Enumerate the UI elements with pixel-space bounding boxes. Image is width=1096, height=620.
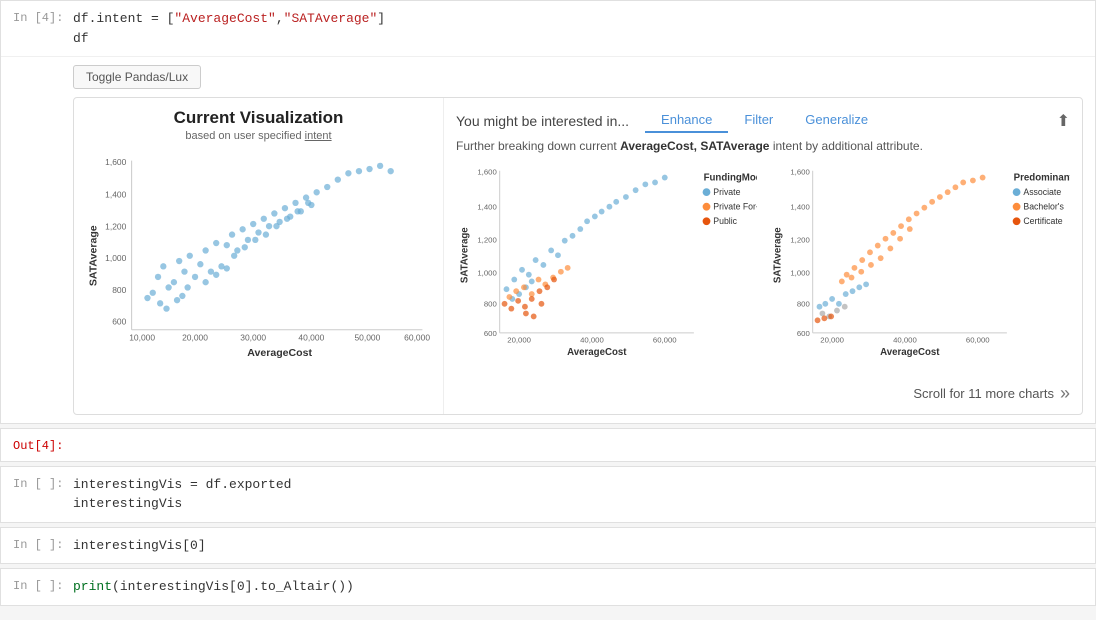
svg-text:PredominantDe: PredominantDe [1014,172,1070,183]
svg-text:20,000: 20,000 [820,336,844,345]
svg-text:40,000: 40,000 [298,332,324,342]
current-vis-chart: 1,600 1,400 1,200 1,000 800 600 10,000 2… [84,150,433,362]
svg-text:50,000: 50,000 [354,332,380,342]
cell-in-blank3: In [ ]: print(interestingVis[0].to_Altai… [0,568,1096,606]
current-vis-title: Current Visualization [84,108,433,128]
svg-text:1,200: 1,200 [790,236,809,245]
chart-funding-model: 1,600 1,400 1,200 1,000 800 600 20,000 4… [456,163,757,375]
svg-text:AverageCost: AverageCost [247,347,312,359]
svg-text:40,000: 40,000 [893,336,917,345]
svg-text:800: 800 [797,300,810,309]
svg-text:20,000: 20,000 [507,336,531,345]
cell-label-out4: Out[4]: [13,437,73,453]
tab-enhance[interactable]: Enhance [645,108,728,133]
scroll-chevrons-icon: » [1060,383,1070,404]
svg-text:AverageCost: AverageCost [567,347,627,358]
cell-in-blank2: In [ ]: interestingVis[0] [0,527,1096,565]
toggle-pandas-lux-button[interactable]: Toggle Pandas/Lux [73,65,201,89]
lux-tabs: Enhance Filter Generalize [645,108,884,133]
export-button[interactable]: ⬆ [1057,111,1070,131]
svg-text:600: 600 [484,329,497,338]
svg-text:600: 600 [112,316,126,326]
lux-widget: Current Visualization based on user spec… [73,97,1083,415]
chart-predominant: 1,600 1,400 1,200 1,000 800 600 20,000 4… [769,163,1070,375]
lux-header: You might be interested in... Enhance Fi… [456,108,1070,133]
svg-text:600: 600 [797,329,810,338]
svg-text:60,000: 60,000 [653,336,677,345]
cell-code-blank1: interestingVis = df.exported interesting… [73,475,1083,514]
tab-generalize[interactable]: Generalize [789,108,884,133]
cell-label-blank3: In [ ]: [13,577,73,593]
tab-filter[interactable]: Filter [728,108,789,133]
cell-code-blank3: print(interestingVis[0].to_Altair()) [73,577,1083,597]
svg-text:1,600: 1,600 [105,157,126,167]
cell-label-blank2: In [ ]: [13,536,73,552]
svg-text:1,000: 1,000 [790,269,809,278]
cell-code-blank2: interestingVis[0] [73,536,1083,556]
svg-text:1,600: 1,600 [790,168,809,177]
svg-text:60,000: 60,000 [966,336,990,345]
svg-text:1,200: 1,200 [105,221,126,231]
svg-text:40,000: 40,000 [580,336,604,345]
lux-charts-area: 1,600 1,400 1,200 1,000 800 600 20,000 4… [456,163,1070,375]
svg-text:Bachelor's: Bachelor's [1023,202,1064,212]
svg-text:1,400: 1,400 [105,190,126,200]
svg-text:Private: Private [713,187,740,197]
cell-in4: In [4]: df.intent = ["AverageCost","SATA… [0,0,1096,424]
svg-text:Associate: Associate [1023,187,1061,197]
svg-text:Private For-Profit: Private For-Profit [713,202,757,212]
cell-in-blank1: In [ ]: interestingVis = df.exported int… [0,466,1096,523]
svg-text:FundingModel: FundingModel [704,172,757,183]
cell-out4: Out[4]: [0,428,1096,462]
cell-label-in4: In [4]: [13,9,73,25]
svg-text:1,000: 1,000 [105,253,126,263]
svg-text:Certificate: Certificate [1023,216,1062,226]
lux-right-panel: You might be interested in... Enhance Fi… [444,98,1082,414]
current-vis-subtitle: based on user specified intent [84,130,433,142]
lux-footer: Scroll for 11 more charts » [456,375,1070,404]
cell-code-in4: df.intent = ["AverageCost","SATAverage"]… [73,9,1083,48]
svg-text:SATAverage: SATAverage [88,225,100,286]
cell-label-blank1: In [ ]: [13,475,73,491]
svg-text:800: 800 [484,300,497,309]
svg-text:30,000: 30,000 [240,332,266,342]
svg-text:800: 800 [112,285,126,295]
svg-text:SATAverage: SATAverage [773,227,784,283]
svg-text:1,400: 1,400 [790,203,809,212]
scroll-text: Scroll for 11 more charts [913,386,1054,401]
interested-title: You might be interested in... [456,113,629,129]
svg-text:SATAverage: SATAverage [460,227,471,283]
svg-text:1,200: 1,200 [477,236,496,245]
svg-text:10,000: 10,000 [129,332,155,342]
output-area-in4: Toggle Pandas/Lux Current Visualization … [1,56,1095,423]
svg-text:1,600: 1,600 [477,168,496,177]
chart2-svg: 1,600 1,400 1,200 1,000 800 600 20,000 4… [769,163,1070,372]
notebook: In [4]: df.intent = ["AverageCost","SATA… [0,0,1096,606]
svg-text:AverageCost: AverageCost [880,347,940,358]
svg-text:60,000: 60,000 [404,332,430,342]
svg-text:1,000: 1,000 [477,269,496,278]
lux-left-panel: Current Visualization based on user spec… [74,98,444,414]
svg-text:20,000: 20,000 [182,332,208,342]
svg-text:1,400: 1,400 [477,203,496,212]
svg-text:Public: Public [713,216,737,226]
chart1-svg: 1,600 1,400 1,200 1,000 800 600 20,000 4… [456,163,757,372]
lux-description: Further breaking down current AverageCos… [456,139,1070,153]
